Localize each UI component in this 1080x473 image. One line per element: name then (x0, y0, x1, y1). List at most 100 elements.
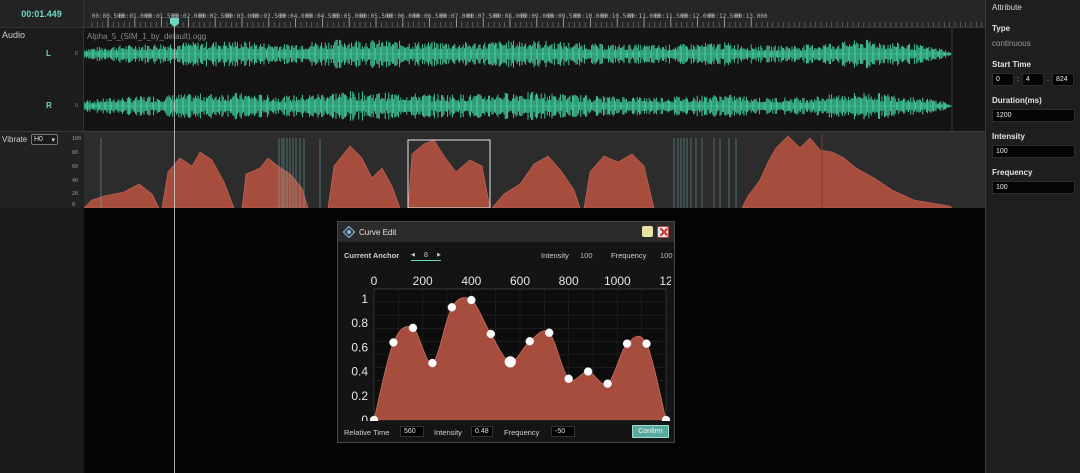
y-tick-label: 0.4 (351, 365, 368, 379)
vibrate-event[interactable] (583, 153, 655, 209)
vibrate-event[interactable] (741, 135, 953, 209)
close-button[interactable] (657, 226, 669, 238)
curve-edit-icon (343, 226, 355, 238)
dialog-title-bar[interactable]: Curve Edit (338, 222, 674, 242)
x-tick-label: 12 (659, 274, 671, 288)
minimize-button[interactable] (642, 226, 653, 237)
waveform (84, 28, 953, 131)
x-tick-label: 0 (371, 274, 378, 288)
header-frequency-value: 100 (660, 251, 673, 260)
anchor-frequency-input[interactable]: -50 (551, 426, 575, 437)
left-channel-zero: 0 (75, 51, 78, 57)
vibrate-axis-80: 80 (72, 150, 79, 156)
y-tick-label: 0.2 (351, 389, 368, 403)
empty-header-area (0, 208, 84, 473)
x-tick-label: 600 (510, 274, 530, 288)
anchor-point[interactable] (428, 358, 437, 368)
relative-time-label: Relative Time (344, 428, 390, 437)
anchor-point[interactable] (622, 339, 632, 348)
intensity-label: Intensity (992, 132, 1025, 141)
x-tick-label: 400 (461, 274, 481, 288)
type-value: continuous (992, 39, 1031, 48)
header-intensity-value: 100 (580, 251, 593, 260)
header-intensity-label: Intensity (541, 251, 569, 260)
right-channel-zero: 0 (75, 103, 78, 109)
vibrate-axis-100: 100 (72, 136, 82, 142)
header-frequency-label: Frequency (611, 251, 647, 260)
playhead-line[interactable] (174, 20, 175, 473)
y-tick-label: 0.8 (351, 316, 368, 330)
x-tick-label: 800 (559, 274, 579, 288)
anchor-point[interactable] (642, 339, 651, 348)
start-time-separator: . (1047, 76, 1049, 83)
time-ruler[interactable]: 00:00.500 00:01.000 00:01.500 00:02.000 00:0… (84, 0, 985, 28)
vibrate-event[interactable] (407, 139, 491, 209)
right-channel-label: R (46, 101, 52, 110)
y-tick-label: 0 (361, 413, 368, 421)
vibrate-envelope (84, 134, 953, 209)
start-time-fields: 0 : 4 . 824 (992, 73, 1074, 86)
y-tick-label: 1 (361, 292, 368, 306)
frequency-label: Frequency (504, 428, 540, 437)
current-time-display: 00:01.449 (0, 0, 84, 28)
anchor-point[interactable] (467, 295, 476, 305)
start-time-ms-input[interactable]: 824 (1052, 73, 1074, 86)
vibrate-event[interactable] (84, 183, 160, 209)
anchor-stepper[interactable]: ◀ 8 ▶ (411, 250, 441, 261)
anchor-info-row: Current Anchor ◀ 8 ▶ Intensity 100 Frequ… (344, 250, 673, 262)
vibrate-event[interactable] (241, 157, 309, 209)
left-channel-label: L (46, 49, 51, 58)
anchor-edit-row: Relative Time 560 Intensity 0.48 Frequen… (344, 425, 670, 439)
vibrate-event[interactable] (491, 155, 581, 209)
start-time-seconds-input[interactable]: 4 (1022, 73, 1044, 86)
arrow-right-icon[interactable]: ▶ (437, 252, 441, 258)
start-time-separator: : (1017, 76, 1019, 83)
audio-waveform-track[interactable]: Alpha_5_(SIM_1_by_default).ogg (84, 28, 985, 131)
audio-file-name: Alpha_5_(SIM_1_by_default).ogg (87, 32, 207, 41)
type-label: Type (992, 24, 1011, 33)
vibrate-track-header: Vibrate H0 ▾ 100 80 60 40 20 0 (0, 131, 84, 208)
anchor-intensity-input[interactable]: 0.48 (471, 426, 493, 437)
curve-edit-dialog: Curve Edit Current Anchor ◀ 8 ▶ Intensit… (337, 221, 675, 443)
intensity-input[interactable]: 100 (992, 145, 1075, 158)
vibrate-axis-40: 40 (72, 178, 79, 184)
current-anchor-label: Current Anchor (344, 251, 400, 260)
chevron-down-icon: ▾ (51, 136, 55, 144)
attribute-panel: Attribute Type continuous Start Time 0 :… (985, 0, 1080, 473)
anchor-point[interactable] (486, 329, 496, 339)
vibrate-track-label: Vibrate (2, 135, 28, 144)
frequency-label: Frequency (992, 168, 1033, 177)
duration-label: Duration(ms) (992, 96, 1042, 105)
x-tick-label: 1000 (604, 274, 631, 288)
relative-time-input[interactable]: 560 (400, 426, 424, 437)
intensity-label: Intensity (434, 428, 462, 437)
duration-input[interactable]: 1200 (992, 109, 1075, 122)
start-time-label: Start Time (992, 60, 1031, 69)
vibrate-axis-60: 60 (72, 164, 79, 170)
anchor-point[interactable] (603, 379, 612, 388)
anchor-point[interactable] (447, 303, 457, 312)
vibrate-envelope-track[interactable] (84, 131, 985, 209)
arrow-left-icon[interactable]: ◀ (411, 252, 415, 258)
vibrate-axis-20: 20 (72, 191, 79, 197)
x-tick-label: 200 (413, 274, 433, 288)
anchor-point[interactable] (583, 367, 593, 376)
attribute-panel-title: Attribute (992, 3, 1022, 12)
anchor-point[interactable] (525, 336, 534, 346)
vibrate-event[interactable] (161, 151, 235, 209)
confirm-button[interactable]: Confirm (632, 425, 669, 438)
anchor-point[interactable] (564, 374, 573, 384)
anchor-point[interactable] (408, 323, 418, 333)
anchor-point[interactable] (389, 338, 398, 347)
current-anchor-value: 8 (424, 251, 428, 259)
selected-anchor-point[interactable] (504, 356, 517, 368)
curve-plot[interactable]: 0 200 400 600 800 1000 12 1 0.8 0.6 0.4 0.2 0 (343, 270, 671, 421)
audio-track-label: Audio (2, 30, 26, 40)
anchor-point[interactable] (544, 328, 554, 338)
vibrate-channel-select[interactable]: H0 ▾ (31, 134, 58, 145)
ruler-tick-label: 00:13.000 (734, 13, 768, 20)
vibrate-channel-value: H0 (34, 136, 43, 143)
vibrate-event[interactable] (327, 145, 401, 209)
start-time-minutes-input[interactable]: 0 (992, 73, 1014, 86)
frequency-input[interactable]: 100 (992, 181, 1075, 194)
